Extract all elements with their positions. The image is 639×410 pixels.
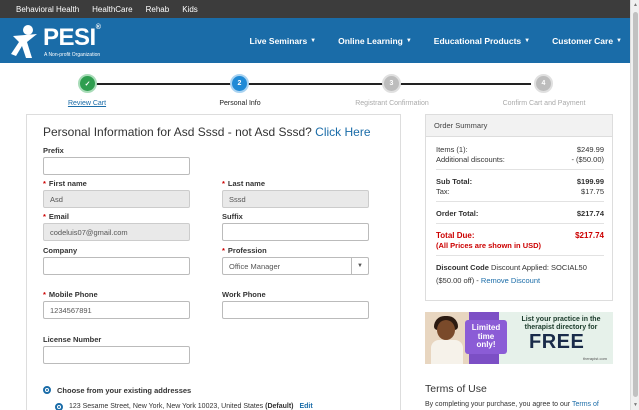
license-number-input[interactable] <box>43 346 190 364</box>
terms-text: By completing your purchase, you agree t… <box>425 401 599 408</box>
company-label: Company <box>43 246 78 255</box>
step-registrant-confirmation: Registrant Confirmation <box>355 100 429 107</box>
mobile-phone-label: * Mobile Phone <box>43 290 98 299</box>
nav-live-seminars[interactable]: Live Seminars ▼ <box>250 36 317 46</box>
ad-brand: therapist.com <box>582 356 607 361</box>
ad-free-text: FREE <box>529 331 585 353</box>
tax-row: Tax: $17.75 <box>436 187 604 196</box>
step-4-pending: 4 <box>534 74 553 93</box>
subtotal-row: Sub Total: $199.99 <box>436 177 604 186</box>
edit-address-link[interactable]: Edit <box>299 403 312 410</box>
prefix-input[interactable] <box>43 157 190 175</box>
summary-divider <box>436 255 604 256</box>
ad-person-body <box>431 340 463 364</box>
topbar-link-kids[interactable]: Kids <box>182 5 198 14</box>
checkout-progress: ✓ Review Cart 2 Personal Info 3 Registra… <box>40 72 600 112</box>
items-row: Items (1): $249.99 <box>436 145 604 154</box>
work-phone-input[interactable] <box>222 301 369 319</box>
discount-code: Discount Code Discount Applied: SOCIAL50 <box>436 263 587 272</box>
summary-divider <box>436 169 604 170</box>
progress-line <box>88 83 531 85</box>
suffix-input[interactable] <box>222 223 369 241</box>
page-scrollbar[interactable]: ▲ ▼ <box>630 0 639 410</box>
nav-educational-products[interactable]: Educational Products ▼ <box>434 36 530 46</box>
last-name-label: * Last name <box>222 179 266 188</box>
main-navigation: PESI® A Non-profit Organization Live Sem… <box>0 18 630 63</box>
first-name-input[interactable]: Asd <box>43 190 190 208</box>
person-logo-icon <box>11 25 37 58</box>
scroll-up-icon[interactable]: ▲ <box>633 2 638 8</box>
topbar-link-healthcare[interactable]: HealthCare <box>92 5 132 14</box>
therapist-directory-ad[interactable]: Limited time only! List your practice in t… <box>425 312 613 364</box>
click-here-link[interactable]: Click Here <box>315 125 370 139</box>
topbar-link-behavioral-health[interactable]: Behavioral Health <box>16 5 79 14</box>
scrollbar-thumb[interactable] <box>633 12 638 397</box>
email-label: * Email <box>43 212 69 221</box>
ad-headline: List your practice in the therapist direc… <box>521 316 601 331</box>
usd-note: (All Prices are shown in USD) <box>436 241 542 250</box>
first-name-label: * First name <box>43 179 87 188</box>
address-option: 123 Sesame Street, New York, New York 10… <box>69 403 313 410</box>
profession-selected-value: Office Manager <box>229 261 281 271</box>
chevron-down-icon: ▼ <box>616 37 622 44</box>
terms-link[interactable]: Terms of <box>572 401 599 408</box>
company-input[interactable] <box>43 257 190 275</box>
summary-divider <box>436 201 604 202</box>
work-phone-label: Work Phone <box>222 290 266 299</box>
terms-of-use-title: Terms of Use <box>425 383 487 395</box>
ad-limited-time-badge: Limited time only! <box>465 320 507 354</box>
prefix-label: Prefix <box>43 146 64 155</box>
chevron-down-icon: ▼ <box>524 37 531 44</box>
nav-online-learning[interactable]: Online Learning ▼ <box>338 36 412 46</box>
step-3-pending: 3 <box>382 74 401 93</box>
discount-remove-line: ($50.00 off) - Remove Discount <box>436 276 541 285</box>
profession-select[interactable]: Office Manager ▼ <box>222 257 369 275</box>
chevron-down-icon: ▼ <box>351 258 368 274</box>
step-2-active: 2 <box>230 74 249 93</box>
order-total-row: Order Total: $217.74 <box>436 209 604 218</box>
email-field[interactable]: codeluis07@gmail.com <box>43 223 190 241</box>
chevron-down-icon: ▼ <box>405 37 412 44</box>
ad-person-face <box>437 320 455 340</box>
profession-label: * Profession <box>222 246 267 255</box>
topbar-link-rehab[interactable]: Rehab <box>146 5 170 14</box>
chevron-down-icon: ▼ <box>310 37 317 44</box>
mobile-phone-input[interactable]: 1234567891 <box>43 301 190 319</box>
scroll-down-icon[interactable]: ▼ <box>633 402 638 408</box>
last-name-input[interactable]: Sssd <box>222 190 369 208</box>
total-due-row: Total Due: $217.74 <box>436 231 604 240</box>
discounts-row: Additional discounts: - ($50.00) <box>436 155 604 164</box>
step-1-done-icon: ✓ <box>78 74 97 93</box>
ad-photo <box>425 312 469 364</box>
order-summary: Order Summary Items (1): $249.99 Addition… <box>425 114 613 301</box>
step-confirm-cart-payment: Confirm Cart and Payment <box>502 100 586 107</box>
order-summary-title: Order Summary <box>426 115 612 137</box>
logo-wordmark: PESI® <box>43 24 101 51</box>
pesi-logo[interactable]: PESI® A Non-profit Organization <box>10 22 110 60</box>
logo-tagline: A Non-profit Organization <box>44 52 101 58</box>
address-option-radio[interactable] <box>55 403 63 410</box>
license-number-label: License Number <box>43 335 102 344</box>
nav-menu: Live Seminars ▼ Online Learning ▼ Educatio… <box>250 18 622 63</box>
personal-info-form: Personal Information for Asd Sssd - not … <box>26 114 401 410</box>
form-title: Personal Information for Asd Sssd - not … <box>43 125 371 139</box>
nav-customer-care[interactable]: Customer Care ▼ <box>552 36 622 46</box>
summary-divider <box>436 223 604 224</box>
step-personal-info: Personal Info <box>219 100 261 107</box>
existing-address-radio[interactable] <box>43 386 51 394</box>
step-review-cart[interactable]: Review Cart <box>68 100 106 107</box>
existing-address-label: Choose from your existing addresses <box>57 386 192 395</box>
top-utility-bar: Behavioral Health HealthCare Rehab Kids <box>0 0 630 18</box>
suffix-label: Suffix <box>222 212 243 221</box>
remove-discount-link[interactable]: Remove Discount <box>481 276 540 285</box>
